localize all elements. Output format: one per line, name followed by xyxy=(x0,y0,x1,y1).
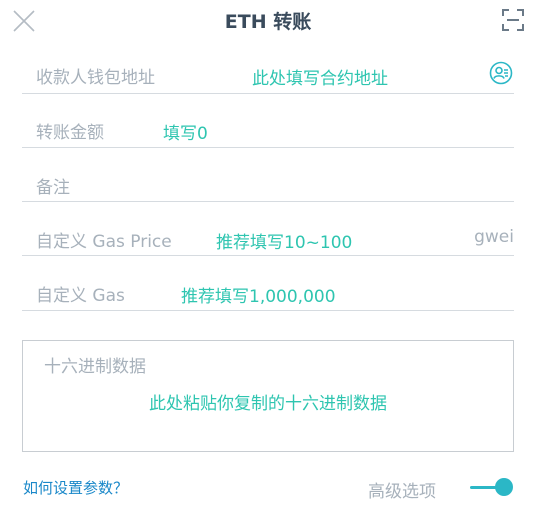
amount-hint: 填写0 xyxy=(163,124,208,144)
gas-hint: 推荐填写1,000,000 xyxy=(181,287,336,307)
gas-price-hint: 推荐填写10~100 xyxy=(216,233,353,253)
address-field[interactable]: 收款人钱包地址 此处填写合约地址 xyxy=(22,51,514,94)
help-link[interactable]: 如何设置参数？ xyxy=(23,477,128,498)
advanced-options-toggle[interactable] xyxy=(470,477,514,497)
advanced-options-label: 高级选项 xyxy=(368,482,436,502)
toggle-knob xyxy=(495,478,513,496)
scan-icon[interactable] xyxy=(502,9,524,31)
gas-price-field[interactable]: 自定义 Gas Price 推荐填写10~100 gwei xyxy=(22,213,514,256)
top-bar: ETH 转账 xyxy=(0,0,536,40)
hex-data-input[interactable]: 十六进制数据 此处粘贴你复制的十六进制数据 xyxy=(22,340,514,452)
address-hint: 此处填写合约地址 xyxy=(252,69,388,89)
memo-field[interactable]: 备注 xyxy=(22,160,514,202)
hex-data-label: 十六进制数据 xyxy=(44,357,146,377)
memo-label: 备注 xyxy=(36,178,70,198)
page-title: ETH 转账 xyxy=(224,11,312,33)
gas-field[interactable]: 自定义 Gas 推荐填写1,000,000 xyxy=(22,268,514,311)
amount-label: 转账金额 xyxy=(36,123,104,143)
contact-icon[interactable] xyxy=(489,61,513,85)
address-label: 收款人钱包地址 xyxy=(36,68,155,88)
gas-label: 自定义 Gas xyxy=(36,286,125,306)
amount-field[interactable]: 转账金额 填写0 xyxy=(22,105,514,148)
gas-price-label: 自定义 Gas Price xyxy=(36,232,172,252)
hex-data-hint: 此处粘贴你复制的十六进制数据 xyxy=(149,394,387,414)
gas-price-unit: gwei xyxy=(474,227,514,247)
